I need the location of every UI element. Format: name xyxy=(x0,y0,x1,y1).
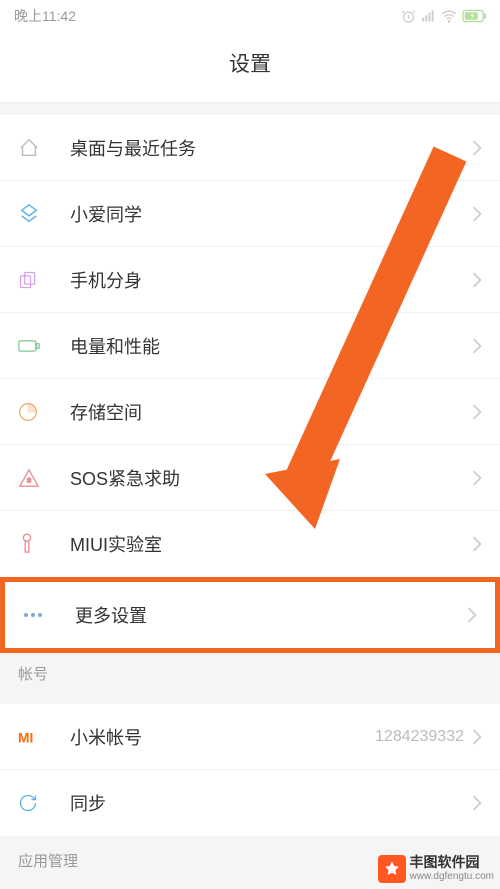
status-time: 晚上11:42 xyxy=(14,6,76,26)
chevron-right-icon xyxy=(472,536,482,552)
sos-icon: S xyxy=(18,468,48,488)
list-item-xiaoai[interactable]: 小爱同学 xyxy=(0,181,500,247)
item-label: 电量和性能 xyxy=(70,333,472,359)
svg-text:S: S xyxy=(27,477,31,484)
account-list: MI 小米帐号 1284239332 同步 xyxy=(0,704,500,836)
watermark-url: www.dgfengtu.com xyxy=(410,871,495,883)
section-header-account: 帐号 xyxy=(0,653,500,692)
watermark-name: 丰图软件园 xyxy=(410,854,495,871)
signal-icon xyxy=(421,9,436,24)
watermark-logo-icon xyxy=(378,855,406,883)
copy-icon xyxy=(18,270,48,290)
item-label: 小米帐号 xyxy=(70,724,375,750)
chevron-right-icon xyxy=(472,140,482,156)
page-header: 设置 xyxy=(0,30,500,103)
list-item-phone-clone[interactable]: 手机分身 xyxy=(0,247,500,313)
settings-list: 桌面与最近任务 小爱同学 手机分身 电量和性能 存储空间 S SOS紧急 xyxy=(0,115,500,653)
highlighted-item-container: 更多设置 xyxy=(0,577,500,653)
list-item-desktop[interactable]: 桌面与最近任务 xyxy=(0,115,500,181)
item-label: 桌面与最近任务 xyxy=(70,135,472,161)
battery-icon xyxy=(462,9,486,23)
item-value: 1284239332 xyxy=(375,728,464,746)
home-icon xyxy=(18,137,48,159)
item-label: 手机分身 xyxy=(70,267,472,293)
list-item-more-settings[interactable]: 更多设置 xyxy=(5,582,495,648)
chevron-right-icon xyxy=(472,470,482,486)
item-label: 同步 xyxy=(70,790,472,816)
chevron-right-icon xyxy=(472,272,482,288)
list-item-storage[interactable]: 存储空间 xyxy=(0,379,500,445)
svg-text:MI: MI xyxy=(18,730,33,745)
chevron-right-icon xyxy=(472,338,482,354)
xiaoai-icon xyxy=(18,203,48,225)
item-label: 存储空间 xyxy=(70,399,472,425)
list-item-mi-account[interactable]: MI 小米帐号 1284239332 xyxy=(0,704,500,770)
list-item-battery[interactable]: 电量和性能 xyxy=(0,313,500,379)
chevron-right-icon xyxy=(472,404,482,420)
item-label: 小爱同学 xyxy=(70,201,472,227)
mi-logo-icon: MI xyxy=(18,729,48,745)
storage-icon xyxy=(18,402,48,422)
wifi-icon xyxy=(441,8,457,24)
chevron-right-icon xyxy=(467,607,477,623)
battery-perf-icon xyxy=(18,338,48,354)
alarm-icon xyxy=(401,9,416,24)
list-item-sync[interactable]: 同步 xyxy=(0,770,500,836)
list-item-sos[interactable]: S SOS紧急求助 xyxy=(0,445,500,511)
sync-icon xyxy=(18,793,48,813)
item-label: 更多设置 xyxy=(75,602,467,628)
chevron-right-icon xyxy=(472,206,482,222)
more-icon xyxy=(23,612,53,618)
status-bar: 晚上11:42 xyxy=(0,0,500,30)
flask-icon xyxy=(18,533,48,555)
item-label: MIUI实验室 xyxy=(70,531,472,557)
list-item-miui-lab[interactable]: MIUI实验室 xyxy=(0,511,500,577)
status-icons xyxy=(401,8,486,24)
chevron-right-icon xyxy=(472,795,482,811)
watermark: 丰图软件园 www.dgfengtu.com xyxy=(378,854,495,883)
page-title: 设置 xyxy=(0,48,500,78)
chevron-right-icon xyxy=(472,729,482,745)
item-label: SOS紧急求助 xyxy=(70,465,472,491)
